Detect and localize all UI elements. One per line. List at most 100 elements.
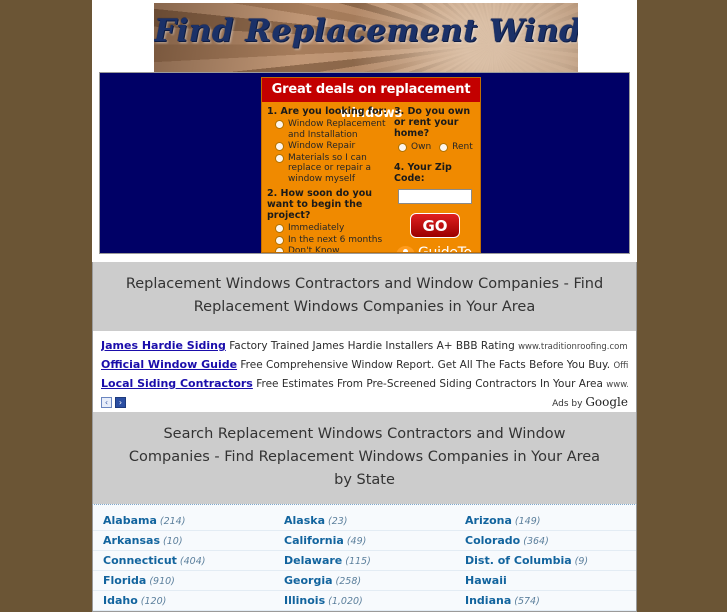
state-count: (149) <box>514 516 541 527</box>
state-cell[interactable]: Georgia (258) <box>274 570 455 591</box>
q1-option-label: Window Repair <box>288 141 356 151</box>
state-cell[interactable]: Colorado (364) <box>455 530 636 551</box>
radio-icon[interactable] <box>275 235 284 245</box>
radio-icon[interactable] <box>275 153 284 163</box>
question-1-label: 1. Are you looking for: <box>267 106 388 117</box>
state-link[interactable]: Georgia <box>284 574 333 587</box>
question-2-label: 2. How soon do you want to begin the pro… <box>267 188 372 221</box>
ads-next-arrow-icon[interactable]: › <box>115 396 126 408</box>
state-link[interactable]: Florida <box>103 574 146 587</box>
state-link[interactable]: Connecticut <box>103 554 177 567</box>
widget-header-bar: Great deals on replacement windows <box>262 78 480 121</box>
ad-title-link[interactable]: James Hardie Siding <box>101 339 226 352</box>
state-count: (1,020) <box>328 596 363 607</box>
ad-description: Free Estimates From Pre-Screened Siding … <box>256 378 603 390</box>
site-title: Find Replacement Windows <box>154 13 578 49</box>
q2-option-next-6-months[interactable]: In the next 6 months <box>275 235 395 246</box>
widget-body: 1. Are you looking for: Window Replaceme… <box>262 102 480 252</box>
google-ads-block: James Hardie Siding Factory Trained Jame… <box>92 331 637 412</box>
q1-option-materials[interactable]: Materials so I can replace or repair a w… <box>275 153 395 185</box>
state-cell[interactable]: Alabama (214) <box>93 511 274 531</box>
state-cell[interactable]: Illinois (1,020) <box>274 590 455 611</box>
state-cell[interactable]: Dist. of Columbia (9) <box>455 550 636 571</box>
table-row: Idaho (120) Illinois (1,020) Indiana (574) <box>93 590 636 611</box>
question-3-label: 3. Do you own or rent your home? <box>394 106 471 139</box>
ad-title-link[interactable]: Local Siding Contractors <box>101 377 253 390</box>
state-link[interactable]: Indiana <box>465 594 511 607</box>
q3-option-own[interactable]: Own <box>398 142 431 153</box>
radio-icon[interactable] <box>275 224 284 233</box>
radio-icon[interactable] <box>275 120 284 129</box>
q1-option-window-replacement[interactable]: Window Replacement and Installation <box>275 119 395 140</box>
state-cell[interactable]: Delaware (115) <box>274 550 455 571</box>
radio-icon[interactable] <box>275 142 284 151</box>
radio-icon[interactable] <box>275 247 284 252</box>
table-row: Arkansas (10) California (49) Colorado (364… <box>93 530 636 551</box>
ad-display-url: www.traditionroofing.com <box>518 342 628 352</box>
q2-option-label: In the next 6 months <box>288 234 383 245</box>
state-link[interactable]: Idaho <box>103 594 138 607</box>
google-wordmark: Google <box>585 395 628 409</box>
ad-description: Factory Trained James Hardie Installers … <box>229 340 515 352</box>
ad-display-url: www.HomeBlue.com/si... <box>606 380 628 390</box>
state-link[interactable]: Illinois <box>284 594 325 607</box>
state-link[interactable]: Dist. of Columbia <box>465 554 572 567</box>
state-link[interactable]: California <box>284 534 344 547</box>
q2-option-immediately[interactable]: Immediately <box>275 223 395 234</box>
state-cell[interactable]: Indiana (574) <box>455 590 636 611</box>
state-cell[interactable]: Hawaii <box>455 570 636 591</box>
state-link[interactable]: Arizona <box>465 514 512 527</box>
state-cell[interactable]: Arkansas (10) <box>93 530 274 551</box>
state-count: (910) <box>149 576 175 587</box>
state-cell[interactable]: Arizona (149) <box>455 511 636 531</box>
guideto-person-icon <box>396 245 415 252</box>
ad-item[interactable]: Local Siding Contractors Free Estimates … <box>101 375 628 394</box>
ad-item[interactable]: Official Window Guide Free Comprehensive… <box>101 356 628 375</box>
state-link[interactable]: Alabama <box>103 514 157 527</box>
page-title: Replacement Windows Contractors and Wind… <box>92 262 637 331</box>
state-link[interactable]: Hawaii <box>465 574 507 587</box>
ads-footer: ‹ › Ads by Google <box>101 395 628 409</box>
guideto-brand-logo: GuideTo HOME REPAIR <box>396 245 480 252</box>
state-cell[interactable]: Idaho (120) <box>93 590 274 611</box>
site-banner-image: Find Replacement Windows <box>154 3 578 72</box>
q1-option-window-repair[interactable]: Window Repair <box>275 141 395 152</box>
state-table-body: Alabama (214) Alaska (23) Arizona (149) Ark… <box>93 511 636 611</box>
ads-prev-arrow-icon[interactable]: ‹ <box>101 396 112 408</box>
state-directory-block: Alabama (214) Alaska (23) Arizona (149) Ark… <box>92 504 637 612</box>
advertisement-band: Great deals on replacement windows 1. Ar… <box>99 72 630 254</box>
state-link[interactable]: Arkansas <box>103 534 160 547</box>
state-cell[interactable]: Alaska (23) <box>274 511 455 531</box>
state-link[interactable]: Alaska <box>284 514 325 527</box>
table-row: Florida (910) Georgia (258) Hawaii <box>93 570 636 591</box>
ad-title-link[interactable]: Official Window Guide <box>101 358 237 371</box>
state-link[interactable]: Colorado <box>465 534 520 547</box>
radio-icon[interactable] <box>439 143 449 152</box>
state-count: (49) <box>346 536 367 547</box>
ad-display-url: OfficialWindowGuide.info <box>613 361 628 371</box>
zip-code-input[interactable] <box>398 188 472 204</box>
radio-icon[interactable] <box>398 143 407 152</box>
guideto-wordmark: GuideTo HOME REPAIR <box>418 246 472 252</box>
state-count: (574) <box>514 596 540 607</box>
lead-generation-widget[interactable]: Great deals on replacement windows 1. Ar… <box>261 77 481 253</box>
q3-options-row: Own Rent <box>398 142 480 154</box>
state-link[interactable]: Delaware <box>284 554 342 567</box>
state-cell[interactable]: Connecticut (404) <box>93 550 274 571</box>
state-count: (404) <box>179 556 206 567</box>
state-cell[interactable]: California (49) <box>274 530 455 551</box>
state-cell[interactable]: Florida (910) <box>93 570 274 591</box>
go-submit-button[interactable]: GO <box>410 212 460 238</box>
widget-column-right: 3. Do you own or rent your home? Own Ren… <box>394 106 480 252</box>
state-count: (23) <box>328 516 348 527</box>
ad-item[interactable]: James Hardie Siding Factory Trained Jame… <box>101 337 628 356</box>
ads-by-google-attribution[interactable]: Ads by Google <box>552 395 628 409</box>
state-count: (364) <box>523 536 549 547</box>
table-row: Alabama (214) Alaska (23) Arizona (149) <box>93 511 636 531</box>
q3-option-label: Rent <box>452 142 473 152</box>
state-directory-table: Alabama (214) Alaska (23) Arizona (149) Ark… <box>93 511 636 611</box>
q2-option-dont-know[interactable]: Don't Know <box>275 246 395 252</box>
q1-option-label: Window Replacement and Installation <box>288 119 386 140</box>
q3-option-rent[interactable]: Rent <box>439 142 473 153</box>
state-count: (9) <box>574 556 589 567</box>
